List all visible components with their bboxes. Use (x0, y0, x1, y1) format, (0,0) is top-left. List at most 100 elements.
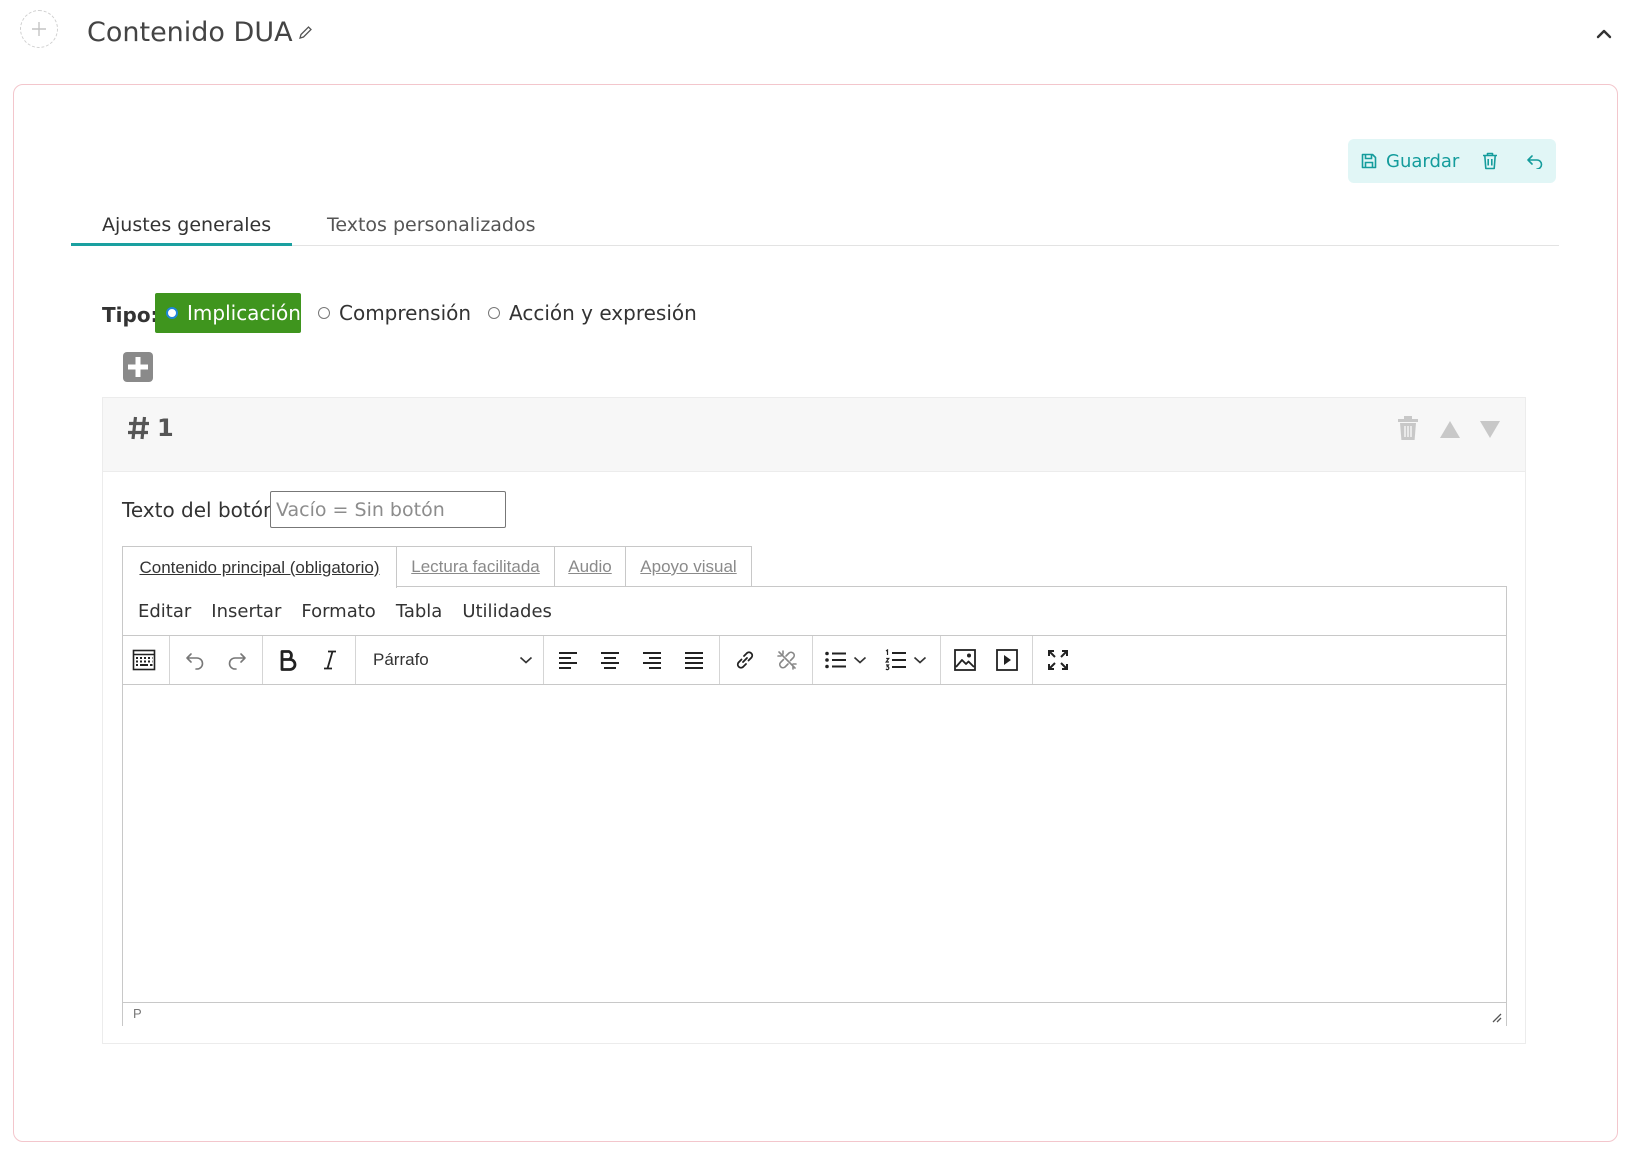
bold-icon (280, 650, 297, 671)
type-option-implicacion[interactable]: Implicación (155, 293, 301, 333)
tab-easy-reading[interactable]: Lectura facilitada (396, 546, 555, 587)
insert-media-button[interactable] (991, 644, 1023, 676)
button-text-input[interactable] (270, 491, 506, 528)
toolbar-separator (719, 636, 720, 684)
editor-toolbar: Párrafo (123, 636, 1506, 685)
radio-icon (488, 307, 500, 319)
block-format-value: Párrafo (373, 650, 429, 669)
collapse-button[interactable] (1592, 22, 1616, 46)
align-justify-icon (685, 652, 703, 669)
action-bar: Guardar (1348, 139, 1556, 183)
trash-icon (1483, 152, 1497, 170)
remove-link-button[interactable] (771, 644, 803, 676)
link-icon (736, 651, 754, 669)
toolbar-separator (812, 636, 813, 684)
triangle-down-icon (1480, 421, 1500, 438)
tabs-divider (71, 245, 1559, 246)
keyboard-icon (132, 649, 156, 671)
radio-icon (318, 307, 330, 319)
tab-visual-support[interactable]: Apoyo visual (625, 546, 752, 587)
item-number-value: 1 (157, 414, 174, 442)
radio-selected-icon (166, 307, 178, 319)
bold-button[interactable] (272, 644, 304, 676)
item-delete-button[interactable] (1396, 414, 1420, 442)
move-up-button[interactable] (1438, 418, 1462, 440)
type-option-comprension[interactable]: Comprensión (318, 293, 471, 333)
move-down-button[interactable] (1478, 418, 1502, 440)
tab-main-content[interactable]: Contenido principal (obligatorio) (122, 546, 397, 588)
menu-edit[interactable]: Editar (138, 601, 191, 622)
delete-button[interactable] (1479, 150, 1501, 172)
chevron-up-icon (1596, 29, 1612, 39)
type-option-label: Implicación (187, 301, 301, 325)
italic-icon (324, 650, 336, 670)
add-item-button[interactable] (123, 352, 153, 382)
bullet-list-button[interactable] (820, 644, 852, 676)
align-justify-button[interactable] (678, 644, 710, 676)
plus-square-icon (123, 352, 153, 382)
undo-icon (186, 653, 204, 670)
redo-icon (228, 653, 246, 670)
chevron-down-icon (853, 656, 867, 664)
tab-custom-texts[interactable]: Textos personalizados (327, 214, 536, 236)
chevron-down-icon (913, 656, 927, 664)
type-option-label: Comprensión (339, 301, 472, 325)
insert-link-button[interactable] (729, 644, 761, 676)
toolbar-separator (169, 636, 170, 684)
menu-table[interactable]: Tabla (396, 601, 443, 622)
page-title: Contenido DUA (87, 17, 313, 48)
editor-content-area[interactable] (123, 685, 1506, 1001)
trash-icon (1398, 416, 1418, 440)
save-button[interactable]: Guardar (1360, 139, 1459, 183)
tab-audio[interactable]: Audio (554, 546, 626, 587)
fullscreen-icon (1048, 650, 1068, 670)
toolbar-separator (262, 636, 263, 684)
undo-edit-button[interactable] (179, 644, 211, 676)
editor-menubar: Editar Insertar Formato Tabla Utilidades (123, 587, 1506, 636)
menu-format[interactable]: Formato (301, 601, 375, 622)
image-icon (954, 649, 976, 671)
type-option-accion-expresion[interactable]: Acción y expresión (488, 293, 697, 333)
fullscreen-button[interactable] (1042, 644, 1074, 676)
chevron-down-icon (519, 656, 533, 664)
align-center-icon (601, 652, 619, 669)
item-header (103, 398, 1525, 472)
resize-handle-icon[interactable] (1490, 1011, 1502, 1023)
insert-image-button[interactable] (949, 644, 981, 676)
align-right-button[interactable] (636, 644, 668, 676)
block-format-select[interactable]: Párrafo (373, 644, 533, 676)
italic-button[interactable] (314, 644, 346, 676)
redo-edit-button[interactable] (221, 644, 253, 676)
plus-icon (32, 22, 46, 36)
pencil-icon[interactable] (297, 25, 313, 41)
undo-icon (1527, 155, 1543, 169)
type-option-label: Acción y expresión (509, 301, 697, 325)
menu-utilities[interactable]: Utilidades (462, 601, 552, 622)
hashtag-icon (128, 416, 149, 440)
add-block-button[interactable] (20, 10, 58, 48)
bullet-list-options-button[interactable] (850, 644, 870, 676)
align-left-button[interactable] (552, 644, 584, 676)
active-tab-indicator (71, 243, 292, 246)
video-icon (996, 649, 1018, 671)
toolbar-separator (543, 636, 544, 684)
floppy-disk-icon (1361, 153, 1377, 169)
triangle-up-icon (1440, 421, 1460, 438)
tab-general-settings[interactable]: Ajustes generales (102, 214, 271, 236)
numbered-list-button[interactable] (880, 644, 912, 676)
align-right-icon (643, 652, 661, 669)
bullet-list-icon (825, 651, 846, 669)
page-title-text: Contenido DUA (87, 17, 293, 48)
align-center-button[interactable] (594, 644, 626, 676)
element-path[interactable]: P (133, 1006, 142, 1021)
toolbar-separator (940, 636, 941, 684)
keyboard-button[interactable] (128, 644, 160, 676)
editor-statusbar: P (123, 1002, 1506, 1026)
undo-button[interactable] (1524, 150, 1546, 172)
toolbar-separator (1032, 636, 1033, 684)
numbered-list-options-button[interactable] (910, 644, 930, 676)
save-button-label: Guardar (1386, 150, 1460, 172)
type-label: Tipo: (102, 303, 159, 327)
item-number: 1 (127, 414, 174, 442)
menu-insert[interactable]: Insertar (211, 601, 281, 622)
